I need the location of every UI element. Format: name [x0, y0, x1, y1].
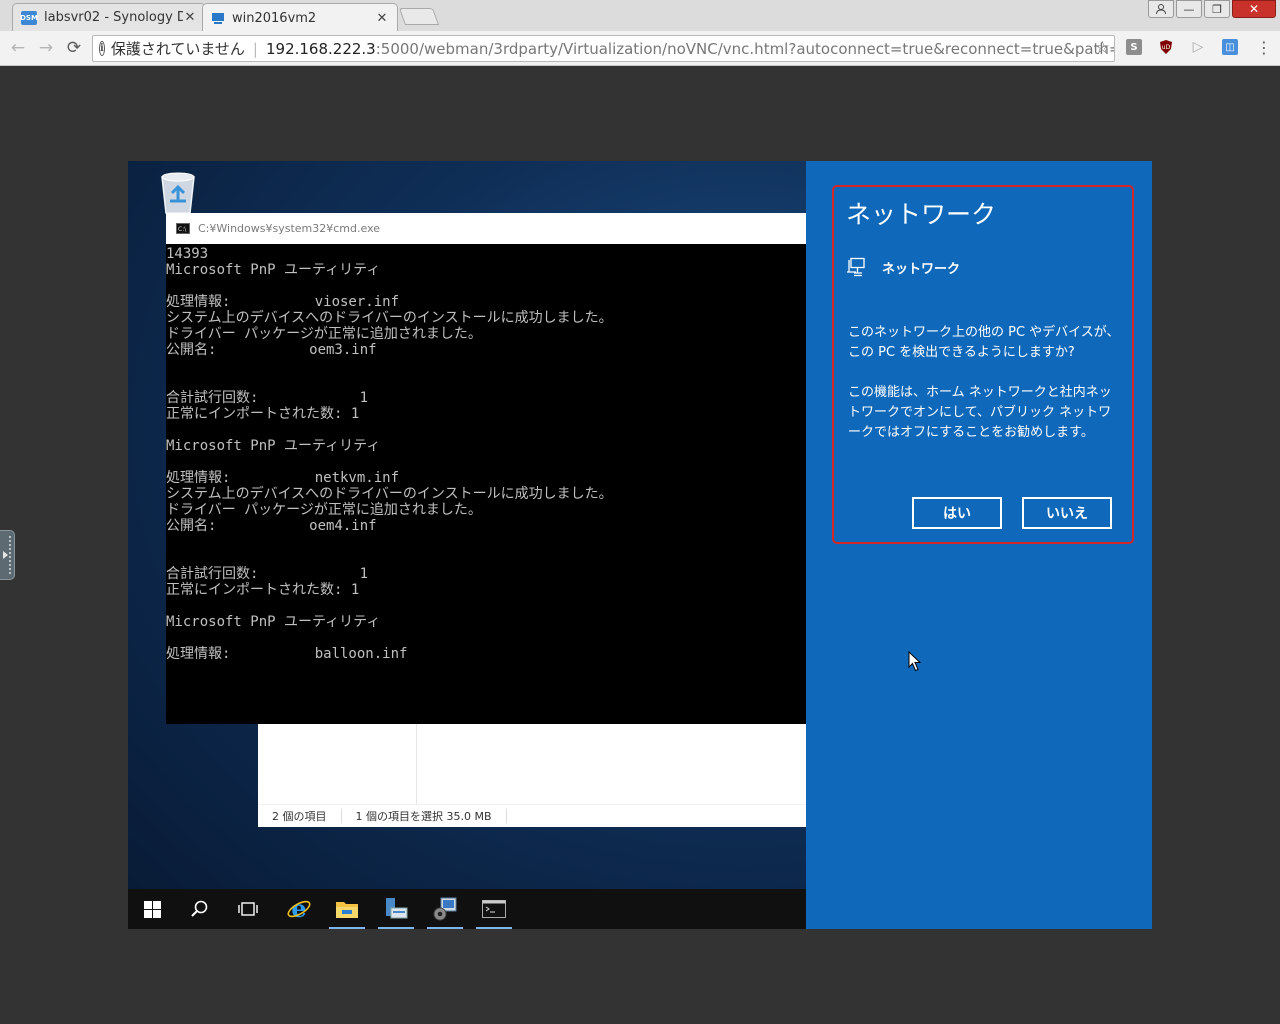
extension-blue-icon[interactable]: ◫ — [1222, 39, 1238, 55]
novnc-control-bar-handle[interactable] — [0, 530, 15, 580]
restore-icon[interactable]: ❐ — [1204, 0, 1230, 18]
menu-icon[interactable]: ⋮ — [1256, 39, 1272, 57]
command-prompt-icon[interactable] — [474, 889, 514, 929]
task-view-icon[interactable] — [228, 889, 268, 929]
cmd-line: ドライバー パッケージが正常に追加されました。 — [166, 326, 482, 342]
minimize-icon[interactable]: — — [1176, 0, 1202, 18]
window-close-icon[interactable]: ✕ — [1232, 0, 1276, 18]
profile-icon[interactable] — [1148, 0, 1174, 18]
close-icon[interactable]: ✕ — [183, 10, 197, 25]
url-path: :5000/webman/3rdparty/Virtualization/noV… — [375, 39, 1115, 58]
cmd-line: 合計試行回数: 1 — [166, 566, 369, 582]
cmd-line — [166, 550, 806, 566]
info-icon[interactable]: i — [99, 41, 105, 56]
cmd-line: Microsoft PnP ユーティリティ — [166, 262, 381, 278]
cmd-line — [166, 630, 806, 646]
tab-title: labsvr02 - Synology D — [44, 10, 183, 25]
reload-icon[interactable]: ⟳ — [63, 37, 85, 59]
cmd-line: 14393 — [166, 246, 209, 262]
item-count: 2 個の項目 — [272, 810, 327, 823]
cmd-line: 公開名: oem3.inf — [166, 342, 377, 358]
cmd-line — [166, 598, 806, 614]
mouse-cursor-icon — [908, 651, 922, 672]
cmd-title-bar[interactable]: C:\ C:¥Windows¥system32¥cmd.exe — [166, 213, 806, 244]
new-tab-button[interactable] — [398, 8, 440, 25]
tab-win2016vm2[interactable]: win2016vm2 ✕ — [202, 3, 398, 32]
cmd-line — [166, 358, 806, 374]
status-separator — [505, 809, 507, 823]
tab-labsvr02[interactable]: DSM labsvr02 - Synology D ✕ — [12, 3, 206, 31]
network-flyout: ネットワーク ネットワーク このネットワーク上の他の PC やデバイスが、この … — [806, 161, 1152, 929]
vm-favicon-icon — [211, 11, 225, 25]
tab-title: win2016vm2 — [232, 10, 317, 26]
cmd-line: 処理情報: balloon.inf — [166, 646, 408, 662]
expand-arrow-icon — [2, 551, 8, 559]
cmd-window[interactable]: C:\ C:¥Windows¥system32¥cmd.exe 14393 Mic… — [166, 213, 806, 724]
explorer-pane-divider — [416, 724, 417, 804]
internet-explorer-icon[interactable]: e — [279, 889, 319, 929]
taskbar: e — [128, 889, 806, 929]
network-entry: ネットワーク — [846, 257, 960, 277]
explorer-status-bar: 2 個の項目 1 個の項目を選択 35.0 MB — [258, 804, 808, 827]
network-discovery-prompt: ネットワーク ネットワーク このネットワーク上の他の PC やデバイスが、この … — [832, 185, 1134, 544]
search-icon[interactable] — [180, 889, 220, 929]
ublock-icon[interactable]: uD — [1158, 39, 1174, 55]
tab-strip: DSM labsvr02 - Synology D ✕ win2016vm2 ✕… — [0, 0, 1280, 32]
cmd-line — [166, 534, 806, 550]
cmd-line: システム上のデバイスへのドライバーのインストールに成功しました。 — [166, 486, 613, 502]
cmd-line: 合計試行回数: 1 — [166, 390, 369, 406]
cmd-line: システム上のデバイスへのドライバーのインストールに成功しました。 — [166, 310, 613, 326]
cmd-line: ドライバー パッケージが正常に追加されました。 — [166, 502, 482, 518]
network-name: ネットワーク — [882, 261, 961, 277]
start-icon[interactable] — [132, 889, 172, 929]
cmd-line — [166, 454, 806, 470]
cmd-console[interactable]: 14393 Microsoft PnP ユーティリティ 処理情報: vioser.i… — [166, 246, 806, 724]
file-explorer-icon[interactable] — [327, 889, 367, 929]
url-separator: | — [252, 39, 258, 58]
ublock-label: uD — [1162, 44, 1171, 51]
close-icon[interactable]: ✕ — [375, 11, 389, 26]
network-icon — [847, 257, 865, 277]
cmd-line: Microsoft PnP ユーティリティ — [166, 614, 381, 630]
server-manager-icon[interactable] — [376, 889, 416, 929]
cmd-line — [166, 278, 806, 294]
forward-icon[interactable]: → — [35, 37, 57, 59]
extension-s-icon[interactable]: S — [1126, 39, 1142, 55]
cmd-line: 正常にインポートされた数: 1 — [166, 582, 360, 598]
cmd-line — [166, 374, 806, 390]
handle-grip-icon — [9, 536, 11, 574]
selection-info: 1 個の項目を選択 35.0 MB — [355, 810, 492, 823]
svg-text:e: e — [291, 896, 306, 922]
dsm-favicon-icon: DSM — [20, 10, 38, 25]
cmd-line: 公開名: oem4.inf — [166, 518, 377, 534]
cmd-line: 処理情報: vioser.inf — [166, 294, 400, 310]
cmd-line: 正常にインポートされた数: 1 — [166, 406, 360, 422]
back-icon[interactable]: ← — [7, 37, 29, 59]
cast-icon[interactable]: ▷ — [1190, 39, 1206, 55]
discovery-note: この機能は、ホーム ネットワークと社内ネットワークでオンにして、パブリック ネッ… — [848, 385, 1112, 440]
control-panel-icon[interactable] — [425, 889, 465, 929]
file-explorer-window[interactable]: 2 個の項目 1 個の項目を選択 35.0 MB — [258, 724, 808, 827]
bookmark-star-icon[interactable]: ☆ — [1095, 38, 1110, 58]
yes-button[interactable]: はい — [912, 497, 1002, 529]
browser-toolbar: ← → ⟳ i 保護されていません | 192.168.222.3:5000/w… — [0, 31, 1280, 66]
no-button[interactable]: いいえ — [1022, 497, 1112, 529]
security-status[interactable]: 保護されていません — [111, 38, 245, 59]
vnc-screen[interactable]: C:\ C:¥Windows¥system32¥cmd.exe 14393 Mic… — [128, 161, 1152, 929]
flyout-heading: ネットワーク — [846, 200, 997, 229]
status-separator — [340, 809, 342, 823]
window-controls: — ❐ ✕ — [1148, 0, 1276, 18]
cmd-line: 処理情報: netkvm.inf — [166, 470, 400, 486]
recycle-bin-icon[interactable] — [158, 171, 198, 215]
cmd-line — [166, 422, 806, 438]
cmd-title: C:¥Windows¥system32¥cmd.exe — [198, 222, 381, 235]
discovery-question: このネットワーク上の他の PC やデバイスが、この PC を検出できるようにしま… — [848, 325, 1120, 360]
url-host: 192.168.222.3 — [265, 39, 376, 58]
cmd-icon: C:\ — [176, 223, 190, 234]
address-bar[interactable]: i 保護されていません | 192.168.222.3:5000/webman/… — [92, 35, 1115, 62]
cmd-line: Microsoft PnP ユーティリティ — [166, 438, 381, 454]
